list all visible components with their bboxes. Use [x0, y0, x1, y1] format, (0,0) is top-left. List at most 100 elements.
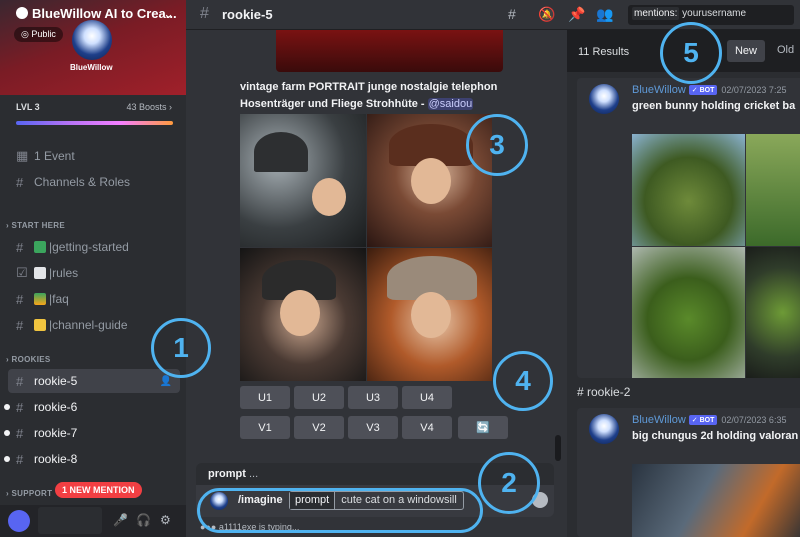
message-author[interactable]: BlueWillow ✓ BOT 02/07/2023 6:35: [632, 414, 786, 426]
checkbox-channel-icon: ☑: [16, 265, 28, 280]
annotation-5: 5: [660, 22, 722, 84]
message-text: big chungus 2d holding valoran: [632, 430, 799, 442]
search-result-card[interactable]: BlueWillow ✓ BOT 02/07/2023 6:35 big chung…: [577, 408, 800, 537]
chat-scrollbar[interactable]: [555, 435, 561, 461]
annotation-1: 1: [151, 318, 211, 378]
boost-count: 43 Boosts ›: [126, 102, 172, 112]
results-count: 11 Results: [578, 46, 630, 58]
gear-icon[interactable]: ⚙: [160, 513, 171, 527]
add-member-icon[interactable]: 👤: [160, 376, 172, 387]
channels-icon: #: [16, 174, 24, 190]
calendar-icon: ▦: [16, 148, 29, 163]
message-author[interactable]: BlueWillow ✓ BOT 02/07/2023 7:25: [632, 84, 786, 96]
page-emoji-icon: [34, 267, 46, 279]
sidebar-item-rookie-5[interactable]: # rookie-5 👤: [8, 369, 180, 393]
headphones-icon[interactable]: 🎧: [136, 513, 151, 527]
bot-tag: ✓ BOT: [688, 85, 718, 95]
unread-indicator: [4, 404, 10, 410]
upscale-button-3[interactable]: U3: [348, 386, 398, 409]
grid-image-4[interactable]: [366, 248, 492, 381]
public-badge: ◎ Public: [14, 27, 63, 42]
bot-avatar: [589, 84, 619, 114]
scroll-emoji-icon: [34, 319, 46, 331]
mute-bell-icon[interactable]: 🔕: [538, 6, 555, 23]
mute-mic-icon[interactable]: 🎤: [113, 513, 128, 527]
upscale-button-2[interactable]: U2: [294, 386, 344, 409]
channel-title: rookie-5: [222, 7, 273, 22]
annotation-2: 2: [478, 452, 540, 514]
pin-icon[interactable]: 📌: [568, 6, 585, 23]
variation-button-3[interactable]: V3: [348, 416, 398, 439]
discord-icon[interactable]: [8, 510, 30, 532]
check-emoji-icon: [34, 241, 46, 253]
hash-icon: #: [16, 451, 24, 467]
variation-button-4[interactable]: V4: [402, 416, 452, 439]
valorant-image[interactable]: [632, 464, 800, 537]
upscale-button-1[interactable]: U1: [240, 386, 290, 409]
server-logo: [72, 20, 112, 60]
sidebar-item-rookie-6[interactable]: # rookie-6: [4, 395, 180, 419]
search-results-panel: 11 Results New Old BlueWillow ✓ BOT 02/07/…: [567, 30, 800, 537]
hash-icon: #: [16, 239, 24, 255]
boost-row[interactable]: LVL 3 43 Boosts ›: [16, 102, 172, 112]
server-logo-text: BlueWillow: [70, 63, 113, 72]
boost-progress-bar: [16, 121, 173, 125]
search-result-card[interactable]: BlueWillow ✓ BOT 02/07/2023 7:25 green bun…: [577, 78, 800, 378]
grid-image-3[interactable]: [632, 247, 745, 378]
server-name[interactable]: BlueWillow AI to Crea...: [16, 6, 177, 21]
category-support[interactable]: › SUPPORT: [6, 489, 52, 498]
category-rookies[interactable]: › ROOKIES: [6, 355, 51, 364]
sort-new-tab[interactable]: New: [727, 40, 765, 62]
sidebar-item-getting-started[interactable]: # |getting-started: [8, 235, 180, 259]
member-list-icon[interactable]: 👥: [596, 6, 613, 23]
annotation-input-highlight: [197, 488, 483, 533]
sort-old-tab[interactable]: Old: [777, 44, 794, 56]
books-emoji-icon: [34, 293, 46, 305]
unread-indicator: [4, 430, 10, 436]
sidebar-item-channels-roles[interactable]: # Channels & Roles: [8, 170, 180, 194]
chevron-down-icon[interactable]: ⌄: [163, 6, 174, 22]
hash-icon: #: [16, 399, 24, 415]
reroll-button[interactable]: 🔄: [458, 416, 508, 439]
unread-indicator: [4, 456, 10, 462]
bunny-image-grid[interactable]: [632, 134, 800, 378]
sidebar-item-rookie-7[interactable]: # rookie-7: [4, 421, 180, 445]
hash-icon: #: [16, 425, 24, 441]
grid-image-1[interactable]: [240, 114, 366, 247]
bot-tag: ✓ BOT: [688, 415, 718, 425]
annotation-4: 4: [493, 351, 553, 411]
grid-image-1[interactable]: [632, 134, 745, 246]
search-input[interactable]: mentions: yourusername: [628, 5, 794, 25]
sidebar-item-rookie-8[interactable]: # rookie-8: [4, 447, 180, 471]
user-panel: 🎤 🎧 ⚙: [0, 505, 186, 537]
message-caption: vintage farm PORTRAIT junge nostalgie te…: [240, 81, 498, 110]
result-channel-label[interactable]: # rookie-2: [577, 385, 630, 399]
sidebar-item-faq[interactable]: # |faq: [8, 287, 180, 311]
hash-icon: #: [16, 373, 24, 389]
variation-button-2[interactable]: V2: [294, 416, 344, 439]
grid-image-2[interactable]: [746, 134, 800, 246]
server-level: LVL 3: [16, 102, 40, 112]
category-start-here[interactable]: › START HERE: [6, 221, 65, 230]
sidebar-item-events[interactable]: ▦ 1 Event: [8, 144, 180, 168]
previous-image[interactable]: [276, 30, 503, 72]
variation-button-1[interactable]: V1: [240, 416, 290, 439]
user-mention[interactable]: @saidou: [427, 98, 474, 110]
server-header[interactable]: BlueWillow AI to Crea... ⌄ ◎ Public Blue…: [0, 0, 186, 95]
sidebar-item-rules[interactable]: ☑ |rules: [8, 261, 180, 285]
image-grid[interactable]: [240, 114, 492, 381]
hash-icon: #: [16, 291, 24, 307]
upscale-button-4[interactable]: U4: [402, 386, 452, 409]
grid-image-3[interactable]: [240, 248, 366, 381]
hash-icon: #: [16, 317, 24, 333]
server-sidebar: BlueWillow AI to Crea... ⌄ ◎ Public Blue…: [0, 0, 186, 537]
user-info[interactable]: [38, 507, 102, 534]
threads-icon[interactable]: #: [508, 6, 516, 22]
new-mention-pill[interactable]: 1 NEW MENTION: [55, 482, 142, 498]
grid-image-4[interactable]: [746, 247, 800, 378]
bot-avatar: [589, 414, 619, 444]
channel-header: # rookie-5 # 🔕 📌 👥 mentions: yourusernam…: [186, 0, 800, 30]
server-verified-icon: [16, 7, 28, 19]
message-text: green bunny holding cricket ba: [632, 100, 796, 112]
hash-icon: #: [200, 5, 209, 22]
